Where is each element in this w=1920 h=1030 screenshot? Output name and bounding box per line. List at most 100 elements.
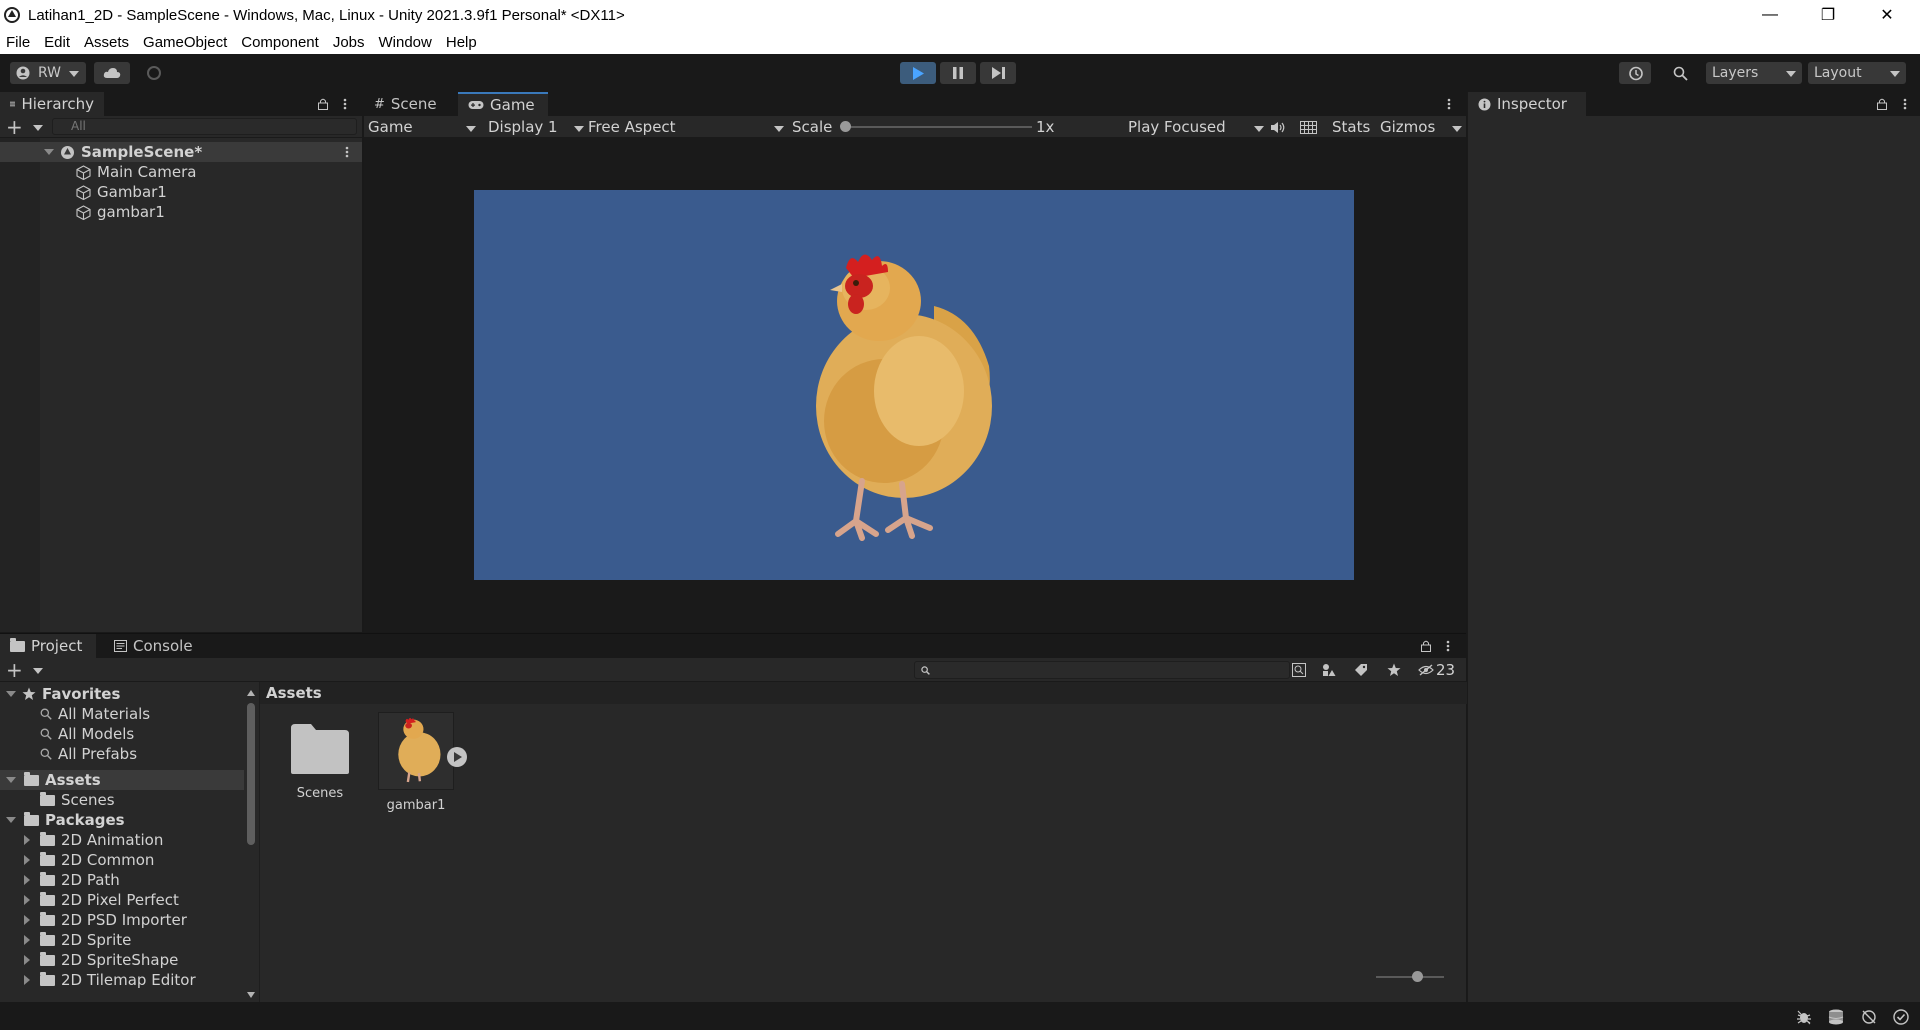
expand-arrow-icon[interactable] — [24, 915, 30, 925]
expand-arrow-icon[interactable] — [24, 835, 30, 845]
expand-arrow-icon[interactable] — [24, 875, 30, 885]
tab-game[interactable]: Game — [458, 92, 548, 116]
tree-favorites[interactable]: Favorites — [0, 684, 244, 704]
tab-project[interactable]: Project — [0, 634, 96, 658]
menu-window[interactable]: Window — [372, 34, 439, 51]
lock-icon[interactable] — [1877, 98, 1887, 110]
collab-button[interactable] — [138, 62, 170, 84]
tree-all-prefabs[interactable]: All Prefabs — [0, 744, 244, 764]
hierarchy-item-gambar1[interactable]: Gambar1 — [0, 182, 362, 202]
tree-scenes[interactable]: Scenes — [0, 790, 244, 810]
filter-type-icon[interactable] — [1322, 663, 1336, 677]
scroll-thumb[interactable] — [247, 703, 255, 845]
lock-icon[interactable] — [1421, 640, 1431, 652]
layout-dropdown[interactable]: Layout — [1808, 62, 1906, 84]
layers-dropdown[interactable]: Layers — [1706, 62, 1802, 84]
menu-help[interactable]: Help — [439, 34, 484, 51]
mute-audio-button[interactable] — [1270, 118, 1286, 136]
scale-slider-track[interactable] — [844, 126, 1032, 128]
icon-size-slider-handle[interactable] — [1412, 971, 1423, 982]
menu-file[interactable]: File — [0, 34, 37, 51]
search-by-type-icon[interactable] — [1292, 663, 1306, 677]
tree-package-item[interactable]: 2D Path — [0, 870, 244, 890]
game-canvas[interactable] — [474, 190, 1354, 580]
minimize-button[interactable]: — — [1741, 0, 1799, 30]
game-mode-dropdown[interactable]: Game — [368, 118, 476, 136]
tree-package-item[interactable]: 2D Tilemap Editor — [0, 970, 244, 990]
close-button[interactable]: ✕ — [1858, 0, 1916, 30]
aspect-dropdown[interactable]: Free Aspect — [588, 118, 784, 136]
more-icon[interactable] — [1447, 98, 1451, 110]
expand-arrow-icon[interactable] — [6, 817, 16, 823]
account-dropdown[interactable]: RW — [10, 62, 86, 84]
search-button[interactable] — [1664, 62, 1696, 84]
project-search-input[interactable] — [914, 661, 1290, 679]
maximize-button[interactable]: ❐ — [1799, 0, 1857, 30]
tab-console[interactable]: Console — [104, 634, 204, 658]
asset-item-gambar1[interactable]: gambar1 — [374, 712, 467, 822]
menu-jobs[interactable]: Jobs — [326, 34, 372, 51]
tree-package-item[interactable]: 2D Sprite — [0, 930, 244, 950]
display-dropdown[interactable]: Display 1 — [488, 118, 584, 136]
hierarchy-search-input[interactable]: All — [52, 118, 357, 135]
more-icon[interactable] — [345, 146, 349, 158]
tab-hierarchy[interactable]: Hierarchy — [0, 92, 104, 116]
tree-all-models[interactable]: All Models — [0, 724, 244, 744]
hierarchy-item-main-camera[interactable]: Main Camera — [0, 162, 362, 182]
expand-arrow-icon[interactable] — [24, 955, 30, 965]
cloud-button[interactable] — [94, 62, 130, 84]
expand-arrow-icon[interactable] — [44, 149, 54, 155]
scene-row[interactable]: SampleScene* — [0, 142, 362, 162]
menu-gameobject[interactable]: GameObject — [136, 34, 234, 51]
more-icon[interactable] — [1903, 98, 1907, 110]
tree-all-materials[interactable]: All Materials — [0, 704, 244, 724]
menu-edit[interactable]: Edit — [37, 34, 77, 51]
tree-packages[interactable]: Packages — [0, 810, 244, 830]
pause-button[interactable] — [940, 62, 976, 84]
menu-assets[interactable]: Assets — [77, 34, 136, 51]
tree-package-item[interactable]: 2D PSD Importer — [0, 910, 244, 930]
icon-size-slider-track[interactable] — [1376, 976, 1444, 978]
tree-assets[interactable]: Assets — [0, 770, 244, 790]
more-icon[interactable] — [343, 98, 347, 110]
more-icon[interactable] — [1446, 640, 1450, 652]
asset-item-scenes[interactable]: Scenes — [282, 722, 358, 822]
play-mode-dropdown[interactable]: Play Focused — [1128, 118, 1264, 136]
tree-package-item[interactable]: 2D SpriteShape — [0, 950, 244, 970]
expand-arrow-icon[interactable] — [24, 855, 30, 865]
expand-arrow-icon[interactable] — [24, 895, 30, 905]
lock-icon[interactable] — [318, 98, 328, 110]
lighting-icon[interactable] — [1861, 1009, 1877, 1025]
create-dropdown[interactable]: + — [6, 117, 42, 137]
scroll-down-icon[interactable] — [246, 991, 256, 999]
tree-package-item[interactable]: 2D Pixel Perfect — [0, 890, 244, 910]
hierarchy-item-gambar1-lower[interactable]: gambar1 — [0, 202, 362, 222]
label-tag-icon[interactable] — [1354, 663, 1368, 677]
hidden-packages-toggle[interactable]: 23 — [1418, 661, 1455, 679]
game-viewport[interactable] — [364, 138, 1466, 632]
vsync-button[interactable] — [1300, 118, 1317, 136]
expand-arrow-icon[interactable] — [24, 975, 30, 985]
star-icon[interactable] — [1387, 663, 1401, 677]
step-button[interactable] — [980, 62, 1016, 84]
gizmos-dropdown[interactable]: Gizmos — [1380, 118, 1462, 136]
tree-scrollbar[interactable] — [246, 689, 256, 999]
expand-arrow-icon[interactable] — [6, 777, 16, 783]
menu-component[interactable]: Component — [234, 34, 326, 51]
tree-package-item[interactable]: 2D Animation — [0, 830, 244, 850]
stats-button[interactable]: Stats — [1332, 118, 1370, 136]
scale-slider-handle[interactable] — [840, 121, 851, 132]
bug-icon[interactable] — [1796, 1009, 1812, 1025]
tab-inspector[interactable]: Inspector — [1468, 92, 1586, 116]
expand-arrow-icon[interactable] — [6, 691, 16, 697]
tab-scene[interactable]: # Scene — [364, 92, 458, 116]
expand-arrow-icon[interactable] — [24, 935, 30, 945]
check-circle-icon[interactable] — [1893, 1009, 1909, 1025]
tree-package-item[interactable]: 2D Common — [0, 850, 244, 870]
expand-sprite-icon[interactable] — [446, 746, 468, 768]
scroll-up-icon[interactable] — [246, 689, 256, 697]
history-button[interactable] — [1619, 62, 1651, 84]
cache-server-icon[interactable] — [1828, 1009, 1844, 1025]
create-asset-dropdown[interactable]: + — [6, 660, 42, 680]
play-button[interactable] — [900, 62, 936, 84]
